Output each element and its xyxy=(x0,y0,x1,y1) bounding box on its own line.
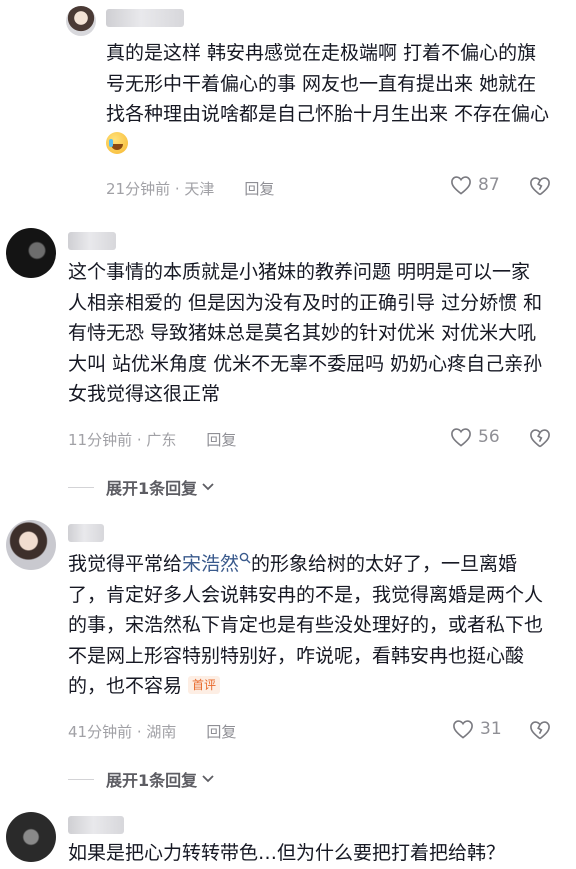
avatar[interactable] xyxy=(6,228,56,278)
comment-meta: 21分钟前 · 天津 回复 xyxy=(106,178,274,199)
time-location: 11分钟前 · 广东 xyxy=(68,431,177,449)
expand-replies-label: 展开1条回复 xyxy=(106,479,198,498)
comment-text: 真的是这样 韩安冉感觉在走极端啊 打着不偏心的旗号无形中干着偏心的事 网友也一直… xyxy=(106,38,551,160)
expand-replies-button[interactable]: 展开1条回复 xyxy=(68,767,215,791)
username-blurred[interactable] xyxy=(68,816,124,834)
like-count: 87 xyxy=(478,175,500,195)
time-location: 21分钟前 · 天津 xyxy=(106,180,215,198)
like-count: 56 xyxy=(478,427,500,447)
comment-text: 这个事情的本质就是小猪妹的教养问题 明明是可以一家人相亲相爱的 但是因为没有及时… xyxy=(68,261,543,405)
broken-heart-icon[interactable] xyxy=(529,720,551,740)
chevron-down-icon xyxy=(202,775,214,783)
broken-heart-icon[interactable] xyxy=(529,428,551,448)
chevron-down-icon xyxy=(202,483,214,491)
first-comment-badge: 首评 xyxy=(188,676,221,694)
expand-replies-label: 展开1条回复 xyxy=(106,771,198,790)
reply-button[interactable]: 回复 xyxy=(206,721,236,742)
search-icon xyxy=(239,552,251,564)
like-button[interactable]: 87 xyxy=(450,175,500,195)
comment-meta: 41分钟前 · 湖南 回复 xyxy=(68,721,236,742)
comment-text: 我觉得平常给宋浩然 的形象给树的太好了，一旦离婚了，肯定好多人会说韩安冉的不是，我… xyxy=(68,552,544,697)
like-button[interactable]: 56 xyxy=(450,427,500,447)
time-location: 41分钟前 · 湖南 xyxy=(68,723,177,741)
avatar[interactable] xyxy=(66,6,96,36)
divider xyxy=(68,778,94,780)
reply-button[interactable]: 回复 xyxy=(206,429,236,450)
divider xyxy=(68,486,94,488)
reply-button[interactable]: 回复 xyxy=(244,178,274,199)
avatar[interactable] xyxy=(6,812,56,862)
username-blurred[interactable] xyxy=(68,524,104,542)
cry-laugh-emoji xyxy=(106,131,128,154)
mention-link[interactable]: 宋浩然 xyxy=(182,552,251,575)
avatar[interactable] xyxy=(6,520,56,570)
comment-text: 如果是把心力转转带色…但为什么要把打着把给韩？ xyxy=(68,842,506,864)
broken-heart-icon[interactable] xyxy=(529,176,551,196)
expand-replies-button[interactable]: 展开1条回复 xyxy=(68,475,215,499)
comment-meta: 11分钟前 · 广东 回复 xyxy=(68,429,236,450)
heart-icon xyxy=(451,176,471,195)
heart-icon xyxy=(453,720,473,739)
username-blurred[interactable] xyxy=(68,232,116,250)
like-button[interactable]: 31 xyxy=(452,719,502,739)
like-count: 31 xyxy=(480,719,502,739)
username-blurred[interactable] xyxy=(106,9,184,27)
heart-icon xyxy=(451,428,471,447)
